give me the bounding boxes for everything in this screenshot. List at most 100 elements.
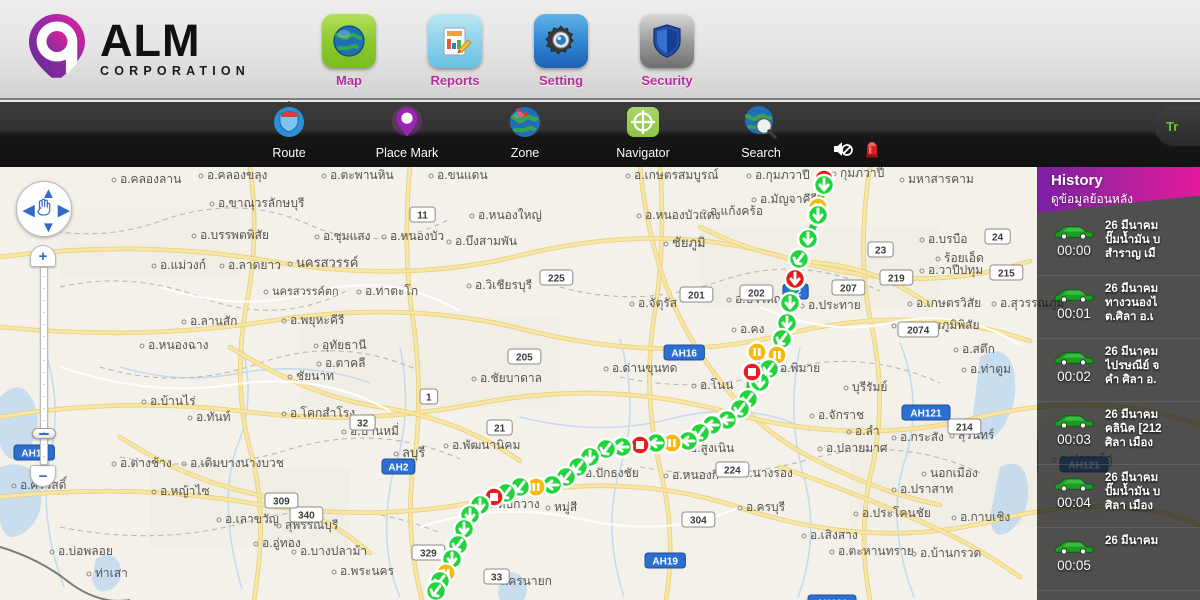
svg-text:33: 33 [491, 572, 503, 583]
map-route-shield: 340 [289, 506, 324, 523]
brand-logo[interactable]: ALM CORPORATION [26, 12, 250, 80]
route-direction-marker[interactable] [778, 291, 802, 315]
map-place-label: บุรีรัมย์ [852, 380, 887, 395]
map-place-label: อ.สตึก [962, 342, 995, 356]
map-place-label: อ.วาปีปทุม [928, 263, 983, 278]
pan-right-arrow-icon[interactable]: ▶ [58, 203, 70, 218]
nav-label-security: Security [641, 73, 693, 88]
history-entry[interactable]: 00:01 26 มีนาคม ทางวนองไ ต.ศิลา อ.เ [1037, 276, 1200, 339]
map-place-label: อ.บรบือ [928, 232, 967, 246]
map-viewport[interactable]: อ.คลองลาน อ.คลองขลุง อ.ตะพานหิน อ.ขนแดน อ.เก… [0, 167, 1200, 600]
map-route-shield: 205 [507, 348, 542, 365]
map-place-label: อ.พยุหะคีรี [290, 313, 345, 328]
route-direction-marker[interactable] [806, 203, 830, 227]
speaker-mute-icon[interactable] [832, 140, 854, 163]
pan-down-arrow-icon[interactable]: ▼ [41, 220, 56, 235]
map-pan-control[interactable]: ▲ ▼ ◀ ▶ [16, 181, 72, 237]
map-place-label: อ.แม่วงก์ [160, 258, 206, 272]
map-route-shield: AH121 [807, 594, 857, 600]
map-place-label: อ.ต่างช้าง [120, 456, 172, 470]
map-place-label: อ.คลองขลุง [207, 168, 267, 183]
history-entry-list[interactable]: 00:00 26 มีนาคม ปั๊มน้ำมัน บสำราญ เมื 00:01… [1037, 213, 1200, 600]
map-place-label: อ.ชุมแสง [323, 229, 371, 244]
map-place-label: อ.กระสัง [900, 430, 944, 444]
siren-alarm-icon[interactable] [864, 139, 880, 164]
map-place-label: อ.ชัยบาดาล [480, 371, 542, 385]
map-place-label: อ.หญ้าไซ [160, 484, 210, 498]
map-pin-icon [388, 105, 426, 143]
svg-text:21: 21 [494, 423, 506, 434]
tracking-tab[interactable]: Tr [1154, 106, 1200, 146]
nav-item-reports[interactable]: Reports [402, 14, 508, 88]
history-entry-text: 26 มีนาคม [1105, 532, 1200, 590]
svg-text:AH16: AH16 [671, 348, 697, 359]
map-place-label: อุทัยธานี [322, 338, 366, 353]
green-car-icon [1052, 475, 1096, 492]
route-direction-marker[interactable] [787, 247, 811, 271]
map-place-label: อ.นางรอง [742, 466, 793, 480]
svg-text:225: 225 [548, 273, 565, 284]
svg-text:1: 1 [426, 392, 432, 403]
zoom-in-button[interactable]: + [30, 245, 56, 267]
green-car-icon [1052, 223, 1096, 240]
zoom-out-button[interactable]: − [30, 465, 56, 487]
history-entry-text: 26 มีนาคม ไปรษณีย์ จคำ ศิลา อ. [1105, 343, 1200, 401]
nav-item-map[interactable]: Map [296, 14, 402, 88]
map-place-label: อ.หนองฉาง [148, 338, 209, 352]
history-entry[interactable]: 00:03 26 มีนาคม คลินิค [212 ศิลา เมือง [1037, 402, 1200, 465]
map-route-shield: 1 [419, 388, 439, 405]
nav-item-security[interactable]: Security [614, 14, 720, 88]
map-place-label: อ.หนองใหญ่ [478, 208, 542, 222]
history-entry-text: 26 มีนาคม ปั๊มน้ำมัน บสำราญ เมื [1105, 217, 1200, 275]
map-place-label: อ.หนองกี่ [672, 466, 719, 482]
map-place-label: อ.บ้านไร่ [150, 394, 196, 408]
map-place-label: อ.ปักธงชัย [585, 466, 639, 480]
map-zoom-control[interactable]: + − [30, 245, 58, 487]
route-direction-marker-alert[interactable] [783, 267, 807, 291]
alm-pin-logo-icon [26, 12, 88, 80]
map-route-shield: 309 [264, 492, 299, 509]
map-place-label: หมู่สี [554, 500, 578, 515]
history-entry-time: 00:02 [1057, 369, 1091, 384]
zoom-slider-thumb[interactable] [32, 428, 56, 439]
globe-icon [322, 14, 376, 68]
map-place-label: อ.ตะพานหิน [330, 168, 394, 182]
history-entry[interactable]: 00:05 26 มีนาคม [1037, 528, 1200, 591]
toolbar-item-search[interactable]: Search [702, 105, 820, 160]
route-idle-marker[interactable] [746, 341, 768, 363]
nav-label-reports: Reports [430, 73, 480, 88]
toolbar-item-place-mark[interactable]: Place Mark [348, 105, 466, 160]
map-place-label: อ.ลาดยาว [228, 258, 281, 272]
map-route-shield: 24 [984, 228, 1011, 245]
brand-name: ALM [100, 15, 201, 67]
route-stop-marker[interactable] [629, 434, 651, 456]
toolbar-item-navigator[interactable]: Navigator [584, 105, 702, 160]
toolbar-item-route[interactable]: Route [230, 105, 348, 160]
history-entry-icon-column: 00:04 [1043, 469, 1105, 527]
svg-text:215: 215 [998, 268, 1015, 279]
nav-item-setting[interactable]: Setting [508, 14, 614, 88]
route-direction-marker[interactable] [812, 173, 836, 197]
history-entry-icon-column: 00:02 [1043, 343, 1105, 401]
map-canvas[interactable]: อ.คลองลาน อ.คลองขลุง อ.ตะพานหิน อ.ขนแดน อ.เก… [0, 167, 1200, 600]
svg-text:309: 309 [273, 496, 290, 507]
history-entry-icon-column: 00:05 [1043, 532, 1105, 590]
pan-left-arrow-icon[interactable]: ◀ [23, 203, 35, 218]
history-entry[interactable]: 00:04 26 มีนาคม ปั๊มน้ำมัน บศิลา เมือง [1037, 465, 1200, 528]
map-route-shield: 304 [681, 511, 716, 528]
map-place-label: อ.อู่ทอง [262, 536, 301, 551]
zoom-slider-track[interactable] [32, 267, 56, 465]
history-entry[interactable]: 00:02 26 มีนาคม ไปรษณีย์ จคำ ศิลา อ. [1037, 339, 1200, 402]
map-place-label: อ.แก้งคร้อ [710, 204, 763, 218]
history-entry-line: ปั๊มน้ำมัน บ [1105, 234, 1161, 247]
shield-icon [640, 14, 694, 68]
route-direction-marker[interactable] [424, 579, 448, 600]
history-entry-time: 00:04 [1057, 495, 1091, 510]
hand-icon[interactable] [36, 198, 53, 221]
history-subtitle: ดูข้อมูลย้อนหลัง [1051, 192, 1134, 206]
route-stop-marker[interactable] [741, 361, 763, 383]
route-direction-marker[interactable] [796, 227, 820, 251]
map-route-shield: AH19 [644, 552, 686, 569]
toolbar-item-zone[interactable]: Zone [466, 105, 584, 160]
history-entry[interactable]: 00:00 26 มีนาคม ปั๊มน้ำมัน บสำราญ เมื [1037, 213, 1200, 276]
